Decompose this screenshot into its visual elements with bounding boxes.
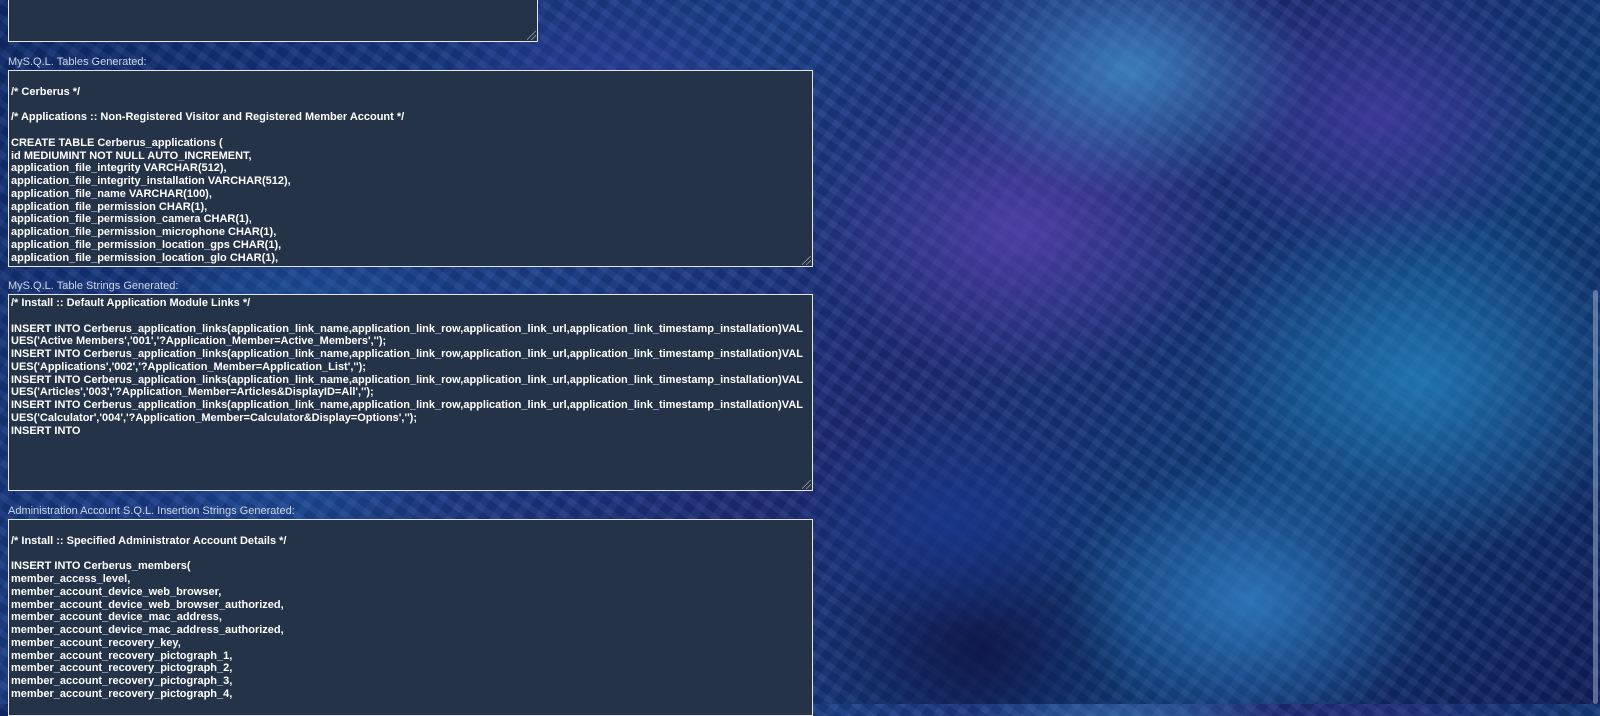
page-scrollbar[interactable] xyxy=(1591,0,1600,704)
table-strings-generated-text: /* Install :: Default Application Module… xyxy=(11,297,803,437)
resize-grip-icon[interactable] xyxy=(527,31,536,40)
resize-grip-icon[interactable] xyxy=(802,256,811,265)
tables-generated-textarea[interactable]: /* Cerberus */ /* Applications :: Non-Re… xyxy=(8,70,813,267)
admin-account-strings-textarea[interactable]: /* Install :: Specified Administrator Ac… xyxy=(8,519,813,716)
table-strings-generated-label: MyS.Q.L. Table Strings Generated: xyxy=(8,280,179,292)
resize-grip-icon[interactable] xyxy=(802,480,811,489)
table-strings-generated-textarea[interactable]: /* Install :: Default Application Module… xyxy=(8,294,813,491)
admin-account-strings-text: /* Install :: Specified Administrator Ac… xyxy=(11,534,287,700)
previous-output-textarea[interactable] xyxy=(8,0,538,42)
tables-generated-text: /* Cerberus */ /* Applications :: Non-Re… xyxy=(11,85,405,264)
admin-account-strings-label: Administration Account S.Q.L. Insertion … xyxy=(8,505,295,517)
page-scrollbar-thumb[interactable] xyxy=(1593,290,1598,704)
tables-generated-label: MyS.Q.L. Tables Generated: xyxy=(8,56,147,68)
